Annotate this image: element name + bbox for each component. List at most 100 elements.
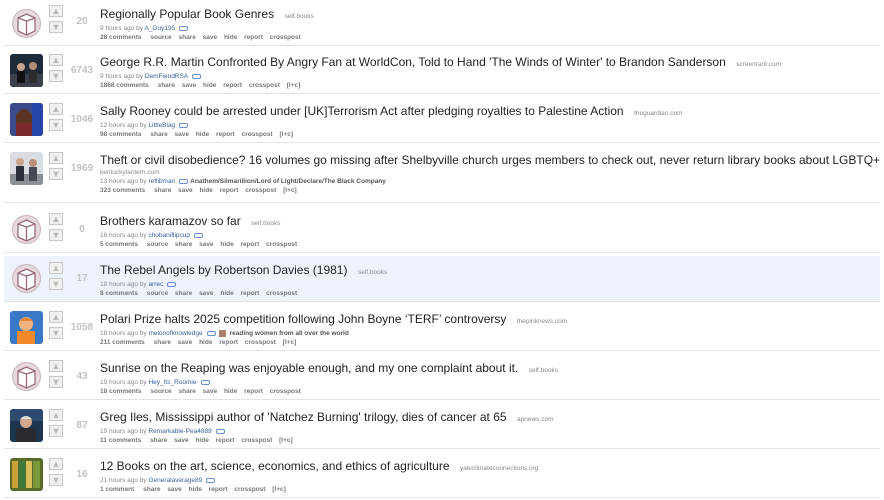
report-link[interactable]: report bbox=[219, 339, 238, 346]
source-link[interactable]: source bbox=[147, 241, 168, 248]
post-author[interactable]: reflibman bbox=[148, 178, 175, 185]
post-title[interactable]: Regionally Popular Book Genres bbox=[100, 7, 274, 21]
crosspost-link[interactable]: crosspost bbox=[245, 339, 276, 346]
upvote-arrow-icon[interactable]: ▲ bbox=[49, 213, 63, 225]
post-title[interactable]: Sunrise on the Reaping was enjoyable eno… bbox=[100, 361, 518, 375]
crosspost-link[interactable]: crosspost bbox=[245, 187, 276, 194]
share-link[interactable]: share bbox=[179, 388, 196, 395]
share-link[interactable]: share bbox=[154, 339, 171, 346]
save-link[interactable]: save bbox=[203, 388, 217, 395]
crosspost-link[interactable]: crosspost bbox=[266, 241, 297, 248]
save-link[interactable]: save bbox=[174, 437, 188, 444]
report-link[interactable]: report bbox=[244, 388, 263, 395]
post-title[interactable]: Polari Prize halts 2025 competition foll… bbox=[100, 312, 506, 326]
comments-link[interactable]: 8 comments bbox=[100, 290, 138, 297]
comments-link[interactable]: 5 comments bbox=[100, 241, 138, 248]
post-title[interactable]: Theft or civil disobedience? 16 volumes … bbox=[100, 153, 884, 167]
photo-thumbnail[interactable] bbox=[10, 54, 43, 87]
post-domain[interactable]: self.books bbox=[251, 220, 280, 227]
save-link[interactable]: save bbox=[167, 486, 181, 493]
share-link[interactable]: share bbox=[175, 241, 192, 248]
comments-link[interactable]: 98 comments bbox=[100, 131, 142, 138]
link-comments-toggle[interactable]: [l+c] bbox=[279, 131, 293, 138]
upvote-arrow-icon[interactable]: ▲ bbox=[49, 262, 63, 274]
crosspost-link[interactable]: crosspost bbox=[242, 131, 273, 138]
downvote-arrow-icon[interactable]: ▼ bbox=[49, 474, 63, 486]
crosspost-link[interactable]: crosspost bbox=[266, 290, 297, 297]
post-title[interactable]: The Rebel Angels by Robertson Davies (19… bbox=[100, 263, 347, 277]
upvote-arrow-icon[interactable]: ▲ bbox=[49, 458, 63, 470]
post-author[interactable]: melonofknowledge bbox=[148, 330, 202, 337]
upvote-arrow-icon[interactable]: ▲ bbox=[49, 409, 63, 421]
crosspost-link[interactable]: crosspost bbox=[249, 82, 280, 89]
photo-thumbnail[interactable] bbox=[10, 458, 43, 491]
comments-link[interactable]: 28 comments bbox=[100, 34, 142, 41]
report-link[interactable]: report bbox=[241, 290, 260, 297]
comments-link[interactable]: 11 comments bbox=[100, 437, 141, 444]
downvote-arrow-icon[interactable]: ▼ bbox=[49, 327, 63, 339]
save-link[interactable]: save bbox=[203, 34, 217, 41]
hide-link[interactable]: hide bbox=[220, 241, 233, 248]
crosspost-link[interactable]: crosspost bbox=[241, 437, 272, 444]
upvote-arrow-icon[interactable]: ▲ bbox=[49, 103, 63, 115]
downvote-arrow-icon[interactable]: ▼ bbox=[49, 119, 63, 131]
upvote-arrow-icon[interactable]: ▲ bbox=[49, 311, 63, 323]
share-link[interactable]: share bbox=[150, 131, 167, 138]
self-post-icon[interactable] bbox=[10, 262, 43, 295]
post-author[interactable]: LittleBlag bbox=[148, 122, 175, 129]
self-post-icon[interactable] bbox=[10, 213, 43, 246]
share-link[interactable]: share bbox=[150, 437, 167, 444]
post-domain[interactable]: kentuckylantern.com bbox=[100, 168, 870, 177]
post-domain[interactable]: thepinknews.com bbox=[517, 318, 567, 325]
share-link[interactable]: share bbox=[179, 34, 196, 41]
post-domain[interactable]: yaleclimateconnections.org bbox=[460, 465, 538, 472]
hide-link[interactable]: hide bbox=[195, 437, 208, 444]
crosspost-link[interactable]: crosspost bbox=[270, 388, 301, 395]
source-link[interactable]: source bbox=[147, 290, 168, 297]
upvote-arrow-icon[interactable]: ▲ bbox=[49, 152, 63, 164]
crosspost-link[interactable]: crosspost bbox=[270, 34, 301, 41]
upvote-arrow-icon[interactable]: ▲ bbox=[49, 5, 63, 17]
share-link[interactable]: share bbox=[158, 82, 175, 89]
report-link[interactable]: report bbox=[209, 486, 228, 493]
link-comments-toggle[interactable]: [l+c] bbox=[287, 82, 301, 89]
post-title[interactable]: 12 Books on the art, science, economics,… bbox=[100, 459, 450, 473]
save-link[interactable]: save bbox=[178, 339, 192, 346]
downvote-arrow-icon[interactable]: ▼ bbox=[49, 168, 63, 180]
downvote-arrow-icon[interactable]: ▼ bbox=[49, 229, 63, 241]
comments-link[interactable]: 1868 comments bbox=[100, 82, 149, 89]
post-author[interactable]: Generalaverage89 bbox=[148, 477, 202, 484]
post-title[interactable]: Greg Iles, Mississippi author of 'Natche… bbox=[100, 410, 507, 424]
post-domain[interactable]: apnews.com bbox=[517, 416, 554, 423]
self-post-icon[interactable] bbox=[10, 360, 43, 393]
post-domain[interactable]: theguardian.com bbox=[634, 110, 682, 117]
photo-thumbnail[interactable] bbox=[10, 311, 43, 344]
source-link[interactable]: source bbox=[150, 34, 171, 41]
post-author[interactable]: Remarkable-Pea4889 bbox=[148, 428, 211, 435]
post-title[interactable]: Brothers karamazov so far bbox=[100, 214, 241, 228]
post-title[interactable]: George R.R. Martin Confronted By Angry F… bbox=[100, 55, 726, 69]
save-link[interactable]: save bbox=[199, 290, 213, 297]
post-domain[interactable]: self.books bbox=[529, 367, 558, 374]
downvote-arrow-icon[interactable]: ▼ bbox=[49, 70, 63, 82]
downvote-arrow-icon[interactable]: ▼ bbox=[49, 376, 63, 388]
downvote-arrow-icon[interactable]: ▼ bbox=[49, 278, 63, 290]
hide-link[interactable]: hide bbox=[224, 34, 237, 41]
link-comments-toggle[interactable]: [l+c] bbox=[279, 437, 293, 444]
photo-thumbnail[interactable] bbox=[10, 103, 43, 136]
save-link[interactable]: save bbox=[175, 131, 189, 138]
source-link[interactable]: source bbox=[150, 388, 171, 395]
comments-link[interactable]: 323 comments bbox=[100, 187, 145, 194]
downvote-arrow-icon[interactable]: ▼ bbox=[49, 21, 63, 33]
report-link[interactable]: report bbox=[223, 82, 242, 89]
upvote-arrow-icon[interactable]: ▲ bbox=[49, 54, 63, 66]
hide-link[interactable]: hide bbox=[220, 290, 233, 297]
hide-link[interactable]: hide bbox=[196, 131, 209, 138]
upvote-arrow-icon[interactable]: ▲ bbox=[49, 360, 63, 372]
post-author[interactable]: Hey_Its_Roomie bbox=[148, 379, 196, 386]
post-author[interactable]: arrec bbox=[148, 281, 163, 288]
downvote-arrow-icon[interactable]: ▼ bbox=[49, 425, 63, 437]
link-comments-toggle[interactable]: [l+c] bbox=[283, 187, 297, 194]
hide-link[interactable]: hide bbox=[224, 388, 237, 395]
post-title[interactable]: Sally Rooney could be arrested under [UK… bbox=[100, 104, 624, 118]
